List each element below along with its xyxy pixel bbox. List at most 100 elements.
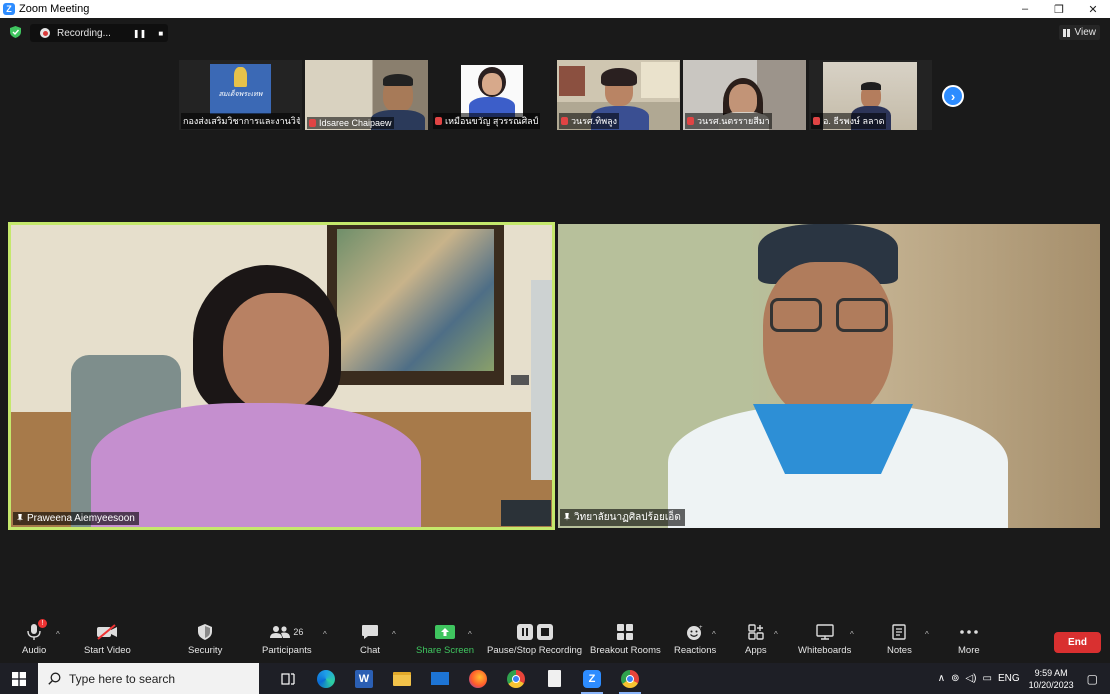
- clock-date: 10/20/2023: [1028, 679, 1074, 690]
- pin-icon: [17, 514, 23, 522]
- breakout-rooms-icon: [617, 622, 634, 642]
- organization-logo: สมเด็จพระเทพ: [210, 64, 271, 114]
- taskbar-clock[interactable]: 9:59 AM 10/20/2023: [1029, 667, 1074, 691]
- record-icon: [40, 28, 50, 38]
- speaker-icon[interactable]: ◁): [965, 673, 976, 684]
- participant-name-label: Praweena Aiemyeesoon: [13, 512, 139, 525]
- participants-button[interactable]: 26 Participants: [262, 622, 312, 656]
- muted-mic-icon: [561, 117, 568, 125]
- taskbar-file-explorer[interactable]: [383, 663, 421, 694]
- language-indicator[interactable]: ENG: [998, 673, 1020, 684]
- video-off-icon: [96, 622, 118, 642]
- participant-thumbnail[interactable]: Idsaree Chaipaew: [305, 60, 428, 130]
- security-button[interactable]: Security: [188, 622, 222, 656]
- taskbar-word[interactable]: W: [345, 663, 383, 694]
- apps-options-caret[interactable]: ^: [774, 630, 778, 639]
- chat-button[interactable]: Chat: [360, 622, 380, 656]
- participants-options-caret[interactable]: ^: [323, 630, 327, 639]
- taskbar-search-box[interactable]: Type here to search: [38, 663, 259, 694]
- view-button[interactable]: View: [1058, 25, 1100, 40]
- whiteboards-options-caret[interactable]: ^: [850, 630, 854, 639]
- taskbar-zoom[interactable]: Z: [573, 663, 611, 694]
- smiley-icon: +: [686, 622, 704, 642]
- participant-name: วนรศ.นตรรายสีมา: [685, 113, 772, 129]
- edge-icon: [317, 669, 335, 688]
- painting-frame: [327, 225, 504, 385]
- more-dots-icon: [960, 622, 978, 642]
- share-screen-button[interactable]: Share Screen: [416, 622, 474, 656]
- taskbar-edge[interactable]: [307, 663, 345, 694]
- share-options-caret[interactable]: ^: [468, 630, 472, 639]
- mail-icon: [431, 672, 449, 685]
- meeting-toolbar: ! Audio ^ Start Video Security 26 Partic…: [0, 618, 1110, 663]
- pause-recording-button[interactable]: ❚❚: [133, 29, 146, 38]
- zoom-screen: Z Zoom Meeting – ❐ ✕ Recording... ❚❚ ■ V…: [0, 0, 1110, 694]
- shield-icon[interactable]: [10, 26, 21, 38]
- apps-button[interactable]: Apps: [745, 622, 767, 656]
- audio-button[interactable]: ! Audio: [22, 619, 48, 656]
- video-tile[interactable]: วิทยาลัยนาฏศิลปร้อยเอ็ด: [558, 224, 1100, 528]
- windows-taskbar: Type here to search W Z ∧ ⊚ ◁) ▭ ENG 9:5…: [0, 663, 1110, 694]
- document-icon: [547, 670, 561, 687]
- taskbar-firefox[interactable]: [459, 663, 497, 694]
- breakout-rooms-button[interactable]: Breakout Rooms: [590, 622, 661, 656]
- zoom-icon: Z: [583, 669, 601, 688]
- participant-thumbnail[interactable]: วนรศ.นตรรายสีมา: [683, 60, 806, 130]
- view-label: View: [1074, 27, 1097, 38]
- close-button[interactable]: ✕: [1076, 0, 1110, 18]
- video-tile-active-speaker[interactable]: Praweena Aiemyeesoon: [8, 222, 555, 530]
- search-icon: [48, 672, 61, 685]
- search-placeholder: Type here to search: [69, 671, 176, 686]
- window-title: Zoom Meeting: [19, 3, 90, 15]
- participant-thumbnail[interactable]: สมเด็จพระเทพ กองส่งเสริมวิชาการและงานวิจ…: [179, 60, 302, 130]
- window-controls: – ❐ ✕: [1008, 0, 1110, 18]
- stop-recording-button[interactable]: ■: [158, 29, 163, 38]
- recording-label: Recording...: [57, 27, 111, 39]
- participant-name: อ. ธีรพงษ์ ลลาด: [811, 113, 887, 129]
- participant-name: กองส่งเสริมวิชาการและงานวิจัย: [181, 113, 300, 129]
- taskbar-chrome-profile[interactable]: [611, 663, 649, 694]
- taskbar-chrome[interactable]: [497, 663, 535, 694]
- pin-icon: [564, 513, 570, 521]
- next-page-button[interactable]: ›: [942, 85, 964, 107]
- restore-button[interactable]: ❐: [1042, 0, 1076, 18]
- end-meeting-button[interactable]: End: [1054, 632, 1101, 653]
- folder-icon: [393, 671, 411, 686]
- chevron-right-icon: ›: [950, 88, 956, 104]
- participants-icon: 26: [270, 622, 303, 642]
- participant-thumbnail[interactable]: วนรศ.ทิพลูง: [557, 60, 680, 130]
- grid-view-icon: [1062, 28, 1071, 37]
- participant-thumbnail-strip: สมเด็จพระเทพ กองส่งเสริมวิชาการและงานวิจ…: [179, 60, 932, 130]
- start-button[interactable]: [0, 663, 38, 694]
- notifications-icon[interactable]: ▢: [1087, 672, 1098, 686]
- word-icon: W: [355, 669, 373, 688]
- participant-thumbnail[interactable]: เหมือนขวัญ สุวรรณศิลป์: [431, 60, 554, 130]
- reactions-options-caret[interactable]: ^: [712, 630, 716, 639]
- chevron-up-icon[interactable]: ∧: [938, 673, 945, 684]
- notes-button[interactable]: Notes: [887, 622, 912, 656]
- minimize-button[interactable]: –: [1008, 0, 1042, 18]
- start-video-button[interactable]: Start Video: [84, 622, 131, 656]
- participant-thumbnail[interactable]: อ. ธีรพงษ์ ลลาด: [809, 60, 932, 130]
- audio-options-caret[interactable]: ^: [56, 630, 60, 639]
- notes-options-caret[interactable]: ^: [925, 630, 929, 639]
- windows-logo-icon: [12, 671, 26, 686]
- emblem-icon: [234, 67, 247, 87]
- title-bar: Z Zoom Meeting – ❐ ✕: [0, 0, 1110, 18]
- reactions-button[interactable]: + Reactions: [674, 622, 716, 656]
- task-view-button[interactable]: [269, 663, 307, 694]
- glasses-icon: [770, 298, 822, 332]
- network-icon[interactable]: ▭: [982, 673, 991, 684]
- svg-text:+: +: [699, 625, 703, 631]
- recording-indicator: Recording... ❚❚ ■: [30, 24, 168, 42]
- participants-count: 26: [293, 627, 304, 637]
- meet-now-icon[interactable]: ⊚: [951, 673, 959, 684]
- task-view-icon: [281, 672, 295, 685]
- more-button[interactable]: More: [958, 622, 980, 656]
- taskbar-mail[interactable]: [421, 663, 459, 694]
- chat-options-caret[interactable]: ^: [392, 630, 396, 639]
- taskbar-document[interactable]: [535, 663, 573, 694]
- pause-stop-recording-button[interactable]: Pause/Stop Recording: [487, 622, 582, 656]
- whiteboards-button[interactable]: Whiteboards: [798, 622, 851, 656]
- muted-mic-icon: [435, 117, 442, 125]
